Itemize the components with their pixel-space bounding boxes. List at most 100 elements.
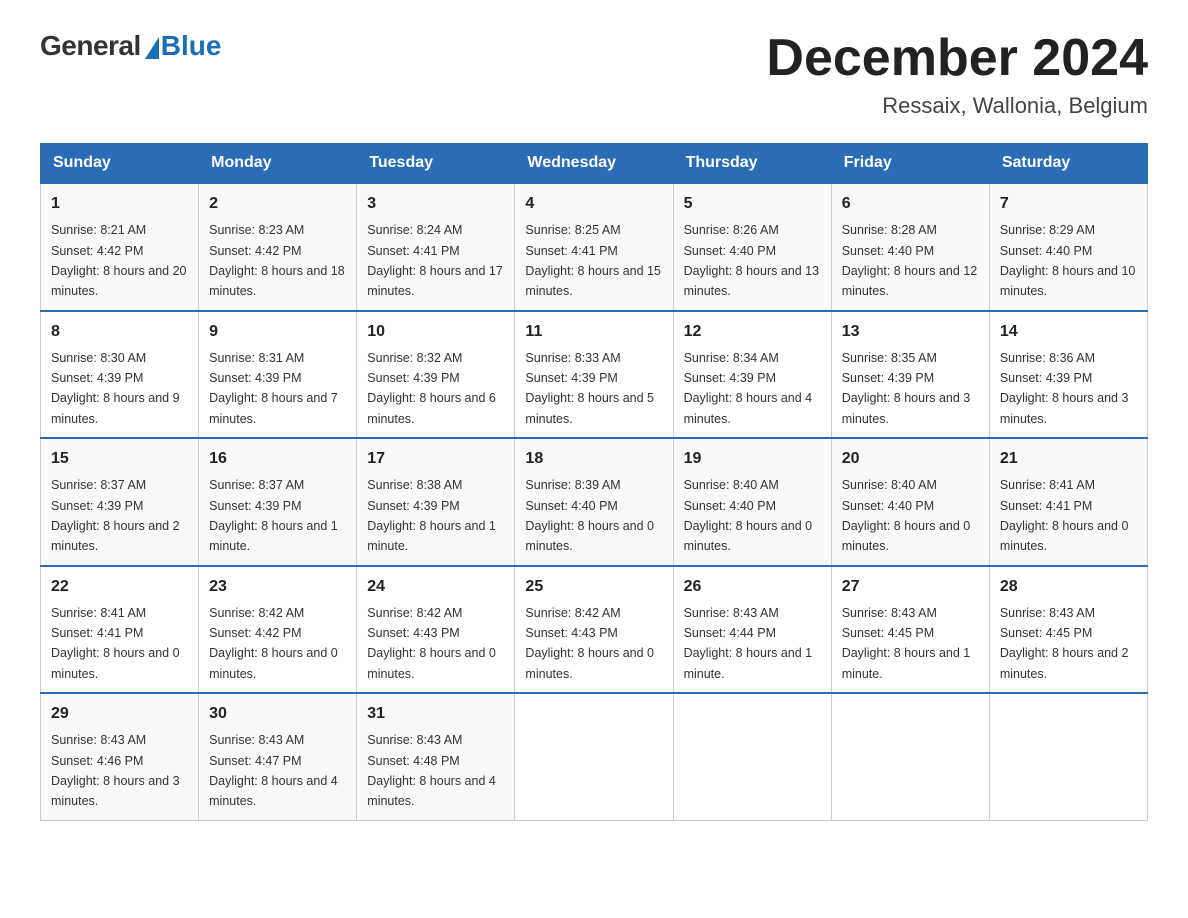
calendar-week-row: 29 Sunrise: 8:43 AMSunset: 4:46 PMDaylig… bbox=[41, 693, 1148, 820]
day-number: 19 bbox=[684, 447, 821, 471]
calendar-week-row: 8 Sunrise: 8:30 AMSunset: 4:39 PMDayligh… bbox=[41, 311, 1148, 439]
day-number: 28 bbox=[1000, 575, 1137, 599]
day-info: Sunrise: 8:29 AMSunset: 4:40 PMDaylight:… bbox=[1000, 223, 1136, 298]
day-info: Sunrise: 8:24 AMSunset: 4:41 PMDaylight:… bbox=[367, 223, 503, 298]
day-number: 15 bbox=[51, 447, 188, 471]
calendar-cell: 22 Sunrise: 8:41 AMSunset: 4:41 PMDaylig… bbox=[41, 566, 199, 694]
location-title: Ressaix, Wallonia, Belgium bbox=[766, 93, 1148, 119]
calendar-cell: 15 Sunrise: 8:37 AMSunset: 4:39 PMDaylig… bbox=[41, 438, 199, 566]
day-number: 29 bbox=[51, 702, 188, 726]
calendar-cell: 31 Sunrise: 8:43 AMSunset: 4:48 PMDaylig… bbox=[357, 693, 515, 820]
calendar-cell: 3 Sunrise: 8:24 AMSunset: 4:41 PMDayligh… bbox=[357, 183, 515, 311]
calendar-cell: 7 Sunrise: 8:29 AMSunset: 4:40 PMDayligh… bbox=[989, 183, 1147, 311]
day-info: Sunrise: 8:43 AMSunset: 4:44 PMDaylight:… bbox=[684, 606, 813, 681]
calendar-cell: 29 Sunrise: 8:43 AMSunset: 4:46 PMDaylig… bbox=[41, 693, 199, 820]
day-number: 12 bbox=[684, 320, 821, 344]
weekday-header-monday: Monday bbox=[199, 144, 357, 184]
day-info: Sunrise: 8:35 AMSunset: 4:39 PMDaylight:… bbox=[842, 351, 971, 426]
calendar-cell: 19 Sunrise: 8:40 AMSunset: 4:40 PMDaylig… bbox=[673, 438, 831, 566]
day-info: Sunrise: 8:31 AMSunset: 4:39 PMDaylight:… bbox=[209, 351, 338, 426]
day-info: Sunrise: 8:41 AMSunset: 4:41 PMDaylight:… bbox=[1000, 478, 1129, 553]
calendar-cell: 12 Sunrise: 8:34 AMSunset: 4:39 PMDaylig… bbox=[673, 311, 831, 439]
day-number: 10 bbox=[367, 320, 504, 344]
weekday-header-sunday: Sunday bbox=[41, 144, 199, 184]
calendar-cell: 21 Sunrise: 8:41 AMSunset: 4:41 PMDaylig… bbox=[989, 438, 1147, 566]
logo: General Blue bbox=[40, 30, 221, 62]
calendar-table: SundayMondayTuesdayWednesdayThursdayFrid… bbox=[40, 143, 1148, 821]
day-number: 25 bbox=[525, 575, 662, 599]
day-number: 24 bbox=[367, 575, 504, 599]
day-info: Sunrise: 8:40 AMSunset: 4:40 PMDaylight:… bbox=[684, 478, 813, 553]
calendar-cell bbox=[515, 693, 673, 820]
calendar-cell: 1 Sunrise: 8:21 AMSunset: 4:42 PMDayligh… bbox=[41, 183, 199, 311]
calendar-cell: 25 Sunrise: 8:42 AMSunset: 4:43 PMDaylig… bbox=[515, 566, 673, 694]
day-number: 4 bbox=[525, 192, 662, 216]
page-header: General Blue December 2024 Ressaix, Wall… bbox=[40, 30, 1148, 119]
weekday-header-tuesday: Tuesday bbox=[357, 144, 515, 184]
day-info: Sunrise: 8:30 AMSunset: 4:39 PMDaylight:… bbox=[51, 351, 180, 426]
calendar-cell: 17 Sunrise: 8:38 AMSunset: 4:39 PMDaylig… bbox=[357, 438, 515, 566]
day-info: Sunrise: 8:34 AMSunset: 4:39 PMDaylight:… bbox=[684, 351, 813, 426]
calendar-cell: 14 Sunrise: 8:36 AMSunset: 4:39 PMDaylig… bbox=[989, 311, 1147, 439]
day-number: 18 bbox=[525, 447, 662, 471]
calendar-cell bbox=[831, 693, 989, 820]
day-info: Sunrise: 8:43 AMSunset: 4:48 PMDaylight:… bbox=[367, 733, 496, 808]
calendar-cell bbox=[989, 693, 1147, 820]
day-number: 27 bbox=[842, 575, 979, 599]
weekday-header-saturday: Saturday bbox=[989, 144, 1147, 184]
calendar-week-row: 15 Sunrise: 8:37 AMSunset: 4:39 PMDaylig… bbox=[41, 438, 1148, 566]
calendar-cell: 6 Sunrise: 8:28 AMSunset: 4:40 PMDayligh… bbox=[831, 183, 989, 311]
calendar-cell: 20 Sunrise: 8:40 AMSunset: 4:40 PMDaylig… bbox=[831, 438, 989, 566]
calendar-cell: 27 Sunrise: 8:43 AMSunset: 4:45 PMDaylig… bbox=[831, 566, 989, 694]
day-number: 26 bbox=[684, 575, 821, 599]
calendar-cell: 26 Sunrise: 8:43 AMSunset: 4:44 PMDaylig… bbox=[673, 566, 831, 694]
calendar-week-row: 22 Sunrise: 8:41 AMSunset: 4:41 PMDaylig… bbox=[41, 566, 1148, 694]
calendar-cell: 16 Sunrise: 8:37 AMSunset: 4:39 PMDaylig… bbox=[199, 438, 357, 566]
logo-triangle-icon bbox=[145, 37, 159, 59]
day-number: 2 bbox=[209, 192, 346, 216]
day-info: Sunrise: 8:36 AMSunset: 4:39 PMDaylight:… bbox=[1000, 351, 1129, 426]
day-number: 14 bbox=[1000, 320, 1137, 344]
header-right: December 2024 Ressaix, Wallonia, Belgium bbox=[766, 30, 1148, 119]
day-number: 22 bbox=[51, 575, 188, 599]
calendar-cell: 30 Sunrise: 8:43 AMSunset: 4:47 PMDaylig… bbox=[199, 693, 357, 820]
calendar-cell: 4 Sunrise: 8:25 AMSunset: 4:41 PMDayligh… bbox=[515, 183, 673, 311]
day-number: 11 bbox=[525, 320, 662, 344]
weekday-header-thursday: Thursday bbox=[673, 144, 831, 184]
day-number: 30 bbox=[209, 702, 346, 726]
day-number: 21 bbox=[1000, 447, 1137, 471]
day-number: 7 bbox=[1000, 192, 1137, 216]
day-info: Sunrise: 8:37 AMSunset: 4:39 PMDaylight:… bbox=[209, 478, 338, 553]
day-info: Sunrise: 8:25 AMSunset: 4:41 PMDaylight:… bbox=[525, 223, 661, 298]
month-title: December 2024 bbox=[766, 30, 1148, 87]
calendar-cell: 13 Sunrise: 8:35 AMSunset: 4:39 PMDaylig… bbox=[831, 311, 989, 439]
day-info: Sunrise: 8:42 AMSunset: 4:43 PMDaylight:… bbox=[525, 606, 654, 681]
day-info: Sunrise: 8:43 AMSunset: 4:45 PMDaylight:… bbox=[1000, 606, 1129, 681]
day-number: 8 bbox=[51, 320, 188, 344]
day-info: Sunrise: 8:39 AMSunset: 4:40 PMDaylight:… bbox=[525, 478, 654, 553]
weekday-header-wednesday: Wednesday bbox=[515, 144, 673, 184]
weekday-header-row: SundayMondayTuesdayWednesdayThursdayFrid… bbox=[41, 144, 1148, 184]
calendar-cell: 24 Sunrise: 8:42 AMSunset: 4:43 PMDaylig… bbox=[357, 566, 515, 694]
weekday-header-friday: Friday bbox=[831, 144, 989, 184]
day-number: 6 bbox=[842, 192, 979, 216]
day-info: Sunrise: 8:26 AMSunset: 4:40 PMDaylight:… bbox=[684, 223, 820, 298]
calendar-week-row: 1 Sunrise: 8:21 AMSunset: 4:42 PMDayligh… bbox=[41, 183, 1148, 311]
day-info: Sunrise: 8:43 AMSunset: 4:47 PMDaylight:… bbox=[209, 733, 338, 808]
day-number: 3 bbox=[367, 192, 504, 216]
calendar-cell: 10 Sunrise: 8:32 AMSunset: 4:39 PMDaylig… bbox=[357, 311, 515, 439]
day-number: 9 bbox=[209, 320, 346, 344]
day-info: Sunrise: 8:42 AMSunset: 4:42 PMDaylight:… bbox=[209, 606, 338, 681]
day-number: 13 bbox=[842, 320, 979, 344]
day-info: Sunrise: 8:40 AMSunset: 4:40 PMDaylight:… bbox=[842, 478, 971, 553]
day-info: Sunrise: 8:43 AMSunset: 4:46 PMDaylight:… bbox=[51, 733, 180, 808]
logo-general-text: General bbox=[40, 30, 141, 62]
calendar-cell: 28 Sunrise: 8:43 AMSunset: 4:45 PMDaylig… bbox=[989, 566, 1147, 694]
day-number: 20 bbox=[842, 447, 979, 471]
day-number: 1 bbox=[51, 192, 188, 216]
calendar-cell: 2 Sunrise: 8:23 AMSunset: 4:42 PMDayligh… bbox=[199, 183, 357, 311]
day-info: Sunrise: 8:23 AMSunset: 4:42 PMDaylight:… bbox=[209, 223, 345, 298]
calendar-cell: 23 Sunrise: 8:42 AMSunset: 4:42 PMDaylig… bbox=[199, 566, 357, 694]
day-info: Sunrise: 8:38 AMSunset: 4:39 PMDaylight:… bbox=[367, 478, 496, 553]
day-info: Sunrise: 8:37 AMSunset: 4:39 PMDaylight:… bbox=[51, 478, 180, 553]
